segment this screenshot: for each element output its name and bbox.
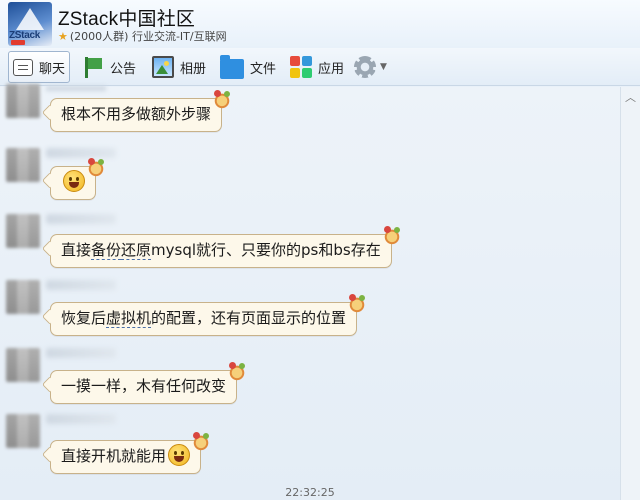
message-bubble[interactable]: 恢复后虚拟机的配置，还有页面显示的位置	[50, 294, 367, 336]
bubble-decoration-icon	[213, 90, 232, 109]
tab-album[interactable]: 相册	[148, 51, 210, 83]
avatar[interactable]	[6, 148, 40, 182]
avatar[interactable]	[6, 348, 40, 382]
avatar[interactable]	[6, 214, 40, 248]
apps-icon	[290, 56, 312, 78]
group-subtitle: ★ (2000人群) 行业交流-IT/互联网	[58, 28, 227, 44]
message-text: 直接	[61, 241, 92, 259]
tab-notice[interactable]: 公告	[78, 51, 140, 83]
message-bubble[interactable]: 直接开机就能用	[50, 432, 211, 474]
message-bubble[interactable]: 一摸一样，木有任何改变	[50, 362, 247, 404]
grin-emoji-icon	[168, 443, 191, 466]
message-text-underlined: 虚拟机	[106, 309, 152, 328]
message-timestamp: 22:32:25	[285, 486, 335, 499]
group-subtitle-text: (2000人群) 行业交流-IT/互联网	[69, 30, 227, 43]
bubble-decoration-icon	[382, 226, 401, 245]
message-text-underlined: 备份	[91, 241, 122, 260]
group-avatar-logo[interactable]: ZStack	[8, 2, 52, 46]
tab-apps-label: 应用	[318, 61, 345, 77]
settings-menu[interactable]: ▼	[350, 51, 391, 83]
logo-badge	[11, 40, 25, 45]
sender-name-blurred	[46, 148, 116, 158]
tab-files-label: 文件	[250, 61, 277, 77]
message-text: 直接开机就能用	[61, 447, 167, 465]
scroll-up-icon[interactable]: ︿	[625, 89, 636, 105]
message-text: 根本不用多做额外步骤	[61, 105, 212, 123]
chat-scrollbar[interactable]: ︿	[620, 87, 640, 500]
chat-window-header: ZStack ZStack中国社区 ★ (2000人群) 行业交流-IT/互联网	[0, 0, 640, 48]
message-text: 恢复后	[61, 309, 107, 327]
tab-files[interactable]: 文件	[216, 51, 280, 83]
sender-name-blurred	[46, 280, 116, 290]
sender-name-blurred	[46, 414, 116, 424]
group-toolbar: 聊天 公告 相册 文件 应用 ▼	[0, 48, 640, 86]
avatar[interactable]	[6, 84, 40, 118]
notice-flag-icon	[82, 56, 104, 78]
message-bubble[interactable]: 根本不用多做额外步骤	[50, 90, 232, 132]
message-bubble[interactable]: 直接备份还原mysql就行、只要你的ps和bs存在	[50, 226, 401, 268]
group-title[interactable]: ZStack中国社区	[58, 4, 195, 31]
sender-name-blurred	[46, 348, 116, 358]
star-icon: ★	[58, 30, 68, 43]
message-bubble[interactable]	[50, 158, 105, 200]
folder-icon	[220, 54, 244, 79]
message-text-underlined: 还原	[121, 241, 152, 260]
bubble-decoration-icon	[348, 294, 367, 313]
tab-album-label: 相册	[180, 61, 207, 77]
tab-apps[interactable]: 应用	[286, 51, 348, 83]
message-text: 的配置，还有页面显示的位置	[151, 309, 347, 327]
tab-chat[interactable]: 聊天	[8, 51, 71, 83]
chat-icon	[13, 58, 33, 76]
album-icon	[152, 56, 174, 78]
logo-triangle	[16, 8, 44, 30]
bubble-decoration-icon	[192, 432, 211, 451]
gear-icon	[354, 56, 376, 78]
sender-name-blurred	[46, 86, 106, 91]
avatar[interactable]	[6, 414, 40, 448]
bubble-decoration-icon	[87, 158, 105, 177]
tab-notice-label: 公告	[110, 61, 137, 77]
grin-emoji-icon	[63, 169, 85, 192]
bubble-decoration-icon	[228, 362, 247, 381]
message-text: 一摸一样，木有任何改变	[61, 377, 227, 395]
tab-chat-label: 聊天	[39, 61, 66, 77]
avatar[interactable]	[6, 280, 40, 314]
sender-name-blurred	[46, 214, 116, 224]
chevron-down-icon: ▼	[380, 62, 387, 72]
message-text: mysql就行、只要你的ps和bs存在	[151, 241, 381, 259]
